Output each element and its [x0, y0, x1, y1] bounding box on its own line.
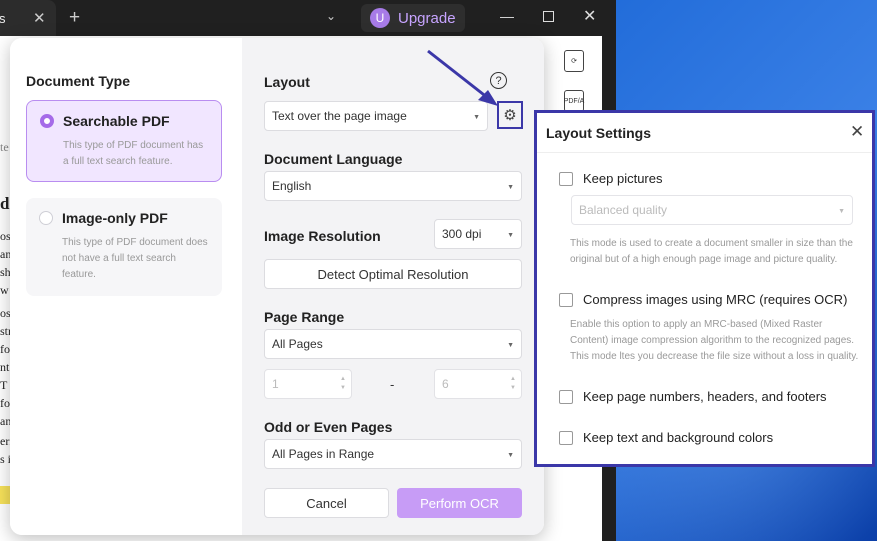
upgrade-label: Upgrade: [398, 9, 456, 27]
compress-mrc-label: Compress images using MRC (requires OCR): [583, 292, 848, 307]
odd-even-select[interactable]: All Pages in Range ▼: [264, 439, 522, 469]
close-window-icon[interactable]: ✕: [583, 6, 596, 26]
radio-selected-icon[interactable]: [40, 114, 54, 128]
caret-down-icon: ▼: [838, 208, 845, 215]
caret-down-icon: ▼: [507, 342, 514, 349]
keep-pictures-checkbox[interactable]: [559, 171, 573, 186]
stepper-arrows-icon[interactable]: ▲ ▼: [340, 375, 346, 393]
cancel-button[interactable]: Cancel: [264, 488, 389, 518]
keep-pictures-label: Keep pictures: [583, 171, 663, 186]
layout-title: Layout: [264, 74, 310, 90]
doc-fragment: T: [0, 378, 8, 392]
doc-fragment: nt: [0, 360, 10, 374]
language-select[interactable]: English ▼: [264, 171, 522, 201]
chevron-down-icon[interactable]: ⌄: [326, 9, 336, 23]
layout-select-value: Text over the page image: [272, 109, 407, 123]
layout-settings-popup: Layout Settings ✕ Keep pictures Balanced…: [534, 110, 875, 467]
picture-quality-value: Balanced quality: [579, 203, 668, 217]
popup-header: Layout Settings ✕: [537, 113, 872, 153]
keep-colors-row[interactable]: Keep text and background colors: [559, 430, 773, 445]
resolution-select[interactable]: 300 dpi ▼: [434, 219, 522, 249]
perform-ocr-button[interactable]: Perform OCR: [397, 488, 522, 518]
highlight-mark: [0, 486, 10, 504]
page-range-select[interactable]: All Pages ▼: [264, 329, 522, 359]
document-language-title: Document Language: [264, 151, 403, 167]
option-description: This type of PDF document does not have …: [62, 237, 208, 280]
keep-headers-row[interactable]: Keep page numbers, headers, and footers: [559, 389, 827, 404]
minimize-icon[interactable]: —: [500, 8, 514, 24]
range-dash: -: [390, 377, 395, 392]
avatar: U: [370, 8, 390, 28]
resolution-select-value: 300 dpi: [442, 227, 482, 241]
odd-even-select-value: All Pages in Range: [272, 447, 375, 461]
title-bar: s ✕ + ⌄ U Upgrade — ✕: [0, 0, 616, 36]
quality-hint: This mode is used to create a document s…: [570, 238, 853, 265]
caret-down-icon: ▼: [507, 184, 514, 191]
detect-resolution-button[interactable]: Detect Optimal Resolution: [264, 259, 522, 289]
option-title: Searchable PDF: [63, 113, 170, 129]
odd-even-title: Odd or Even Pages: [264, 419, 393, 435]
layout-select[interactable]: Text over the page image ▼: [264, 101, 488, 131]
option-image-only-pdf[interactable]: Image-only PDF This type of PDF document…: [26, 198, 222, 296]
image-resolution-title: Image Resolution: [264, 228, 381, 244]
maximize-icon[interactable]: [543, 11, 554, 22]
compress-hint: Enable this option to apply an MRC-based…: [570, 319, 859, 362]
page-from-value: 1: [272, 377, 279, 391]
doc-fragment: te: [0, 140, 9, 154]
tab-title: s: [0, 11, 6, 26]
doc-fragment: fo: [0, 396, 10, 410]
compress-mrc-row[interactable]: Compress images using MRC (requires OCR): [559, 292, 847, 307]
radio-icon[interactable]: [39, 211, 53, 225]
popup-title: Layout Settings: [546, 125, 652, 141]
page-range-title: Page Range: [264, 309, 345, 325]
tab-close-icon[interactable]: ✕: [33, 9, 46, 27]
caret-down-icon: ▼: [473, 114, 480, 121]
convert-icon[interactable]: ⟳: [564, 50, 584, 72]
page-from-stepper[interactable]: 1 ▲ ▼: [264, 369, 352, 399]
document-type-pane: Document Type Searchable PDF This type o…: [10, 38, 242, 535]
option-description: This type of PDF document has a full tex…: [63, 140, 204, 167]
keep-headers-checkbox[interactable]: [559, 389, 573, 404]
stepper-arrows-icon[interactable]: ▲ ▼: [510, 375, 516, 393]
page-to-value: 6: [442, 377, 449, 391]
page-range-select-value: All Pages: [272, 337, 323, 351]
document-type-title: Document Type: [26, 73, 130, 89]
help-icon[interactable]: ?: [490, 72, 507, 89]
picture-quality-select[interactable]: Balanced quality ▼: [571, 195, 853, 225]
compress-mrc-checkbox[interactable]: [559, 292, 573, 307]
close-icon[interactable]: ✕: [850, 122, 864, 142]
keep-pictures-row[interactable]: Keep pictures: [559, 171, 663, 186]
layout-settings-button[interactable]: ⚙: [497, 101, 523, 129]
doc-fragment: w: [0, 283, 9, 297]
keep-headers-label: Keep page numbers, headers, and footers: [583, 389, 827, 404]
option-searchable-pdf[interactable]: Searchable PDF This type of PDF document…: [26, 100, 222, 182]
caret-down-icon: ▼: [507, 232, 514, 239]
pdfa-icon[interactable]: PDF/A: [564, 90, 584, 112]
document-tab[interactable]: s ✕: [0, 0, 56, 36]
upgrade-button[interactable]: U Upgrade: [361, 4, 465, 32]
doc-fragment: d: [0, 194, 10, 213]
gear-icon: ⚙: [503, 107, 517, 124]
page-to-stepper[interactable]: 6 ▲ ▼: [434, 369, 522, 399]
keep-colors-checkbox[interactable]: [559, 430, 573, 445]
doc-fragment: fo: [0, 342, 10, 356]
caret-down-icon: ▼: [507, 452, 514, 459]
keep-colors-label: Keep text and background colors: [583, 430, 774, 445]
language-select-value: English: [272, 179, 312, 193]
option-title: Image-only PDF: [62, 210, 168, 226]
new-tab-icon[interactable]: +: [69, 7, 80, 29]
